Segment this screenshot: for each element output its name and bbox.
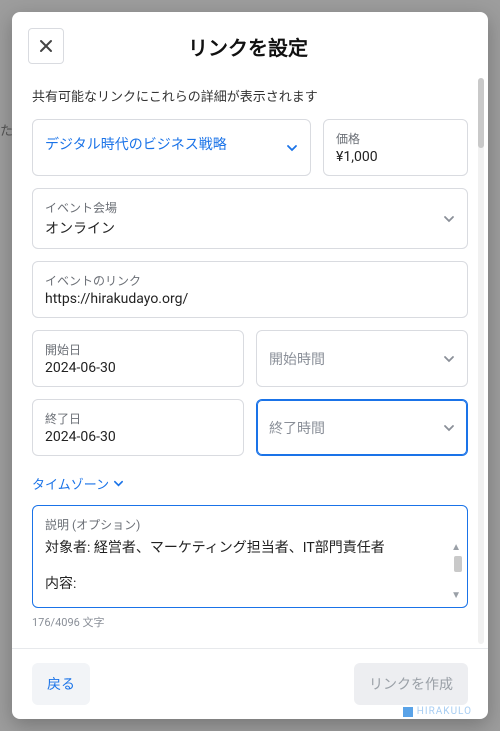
watermark-icon xyxy=(403,707,413,717)
event-type-value: デジタル時代のビジネス戦略 xyxy=(45,134,298,154)
event-link-label: イベントのリンク xyxy=(45,272,455,289)
event-link-value: https://hirakudayo.org/ xyxy=(45,291,455,307)
venue-field[interactable]: イベント会場 オンライン xyxy=(32,188,468,249)
chevron-down-icon xyxy=(443,213,455,225)
start-time-placeholder: 開始時間 xyxy=(269,349,325,369)
textarea-scrollbar-thumb[interactable] xyxy=(454,556,462,572)
event-type-select[interactable]: デジタル時代のビジネス戦略 xyxy=(32,119,311,176)
close-icon xyxy=(39,39,53,53)
scrollbar-thumb[interactable] xyxy=(478,78,484,148)
venue-value: オンライン xyxy=(45,218,455,238)
start-date-label: 開始日 xyxy=(45,341,231,358)
chevron-down-icon xyxy=(443,422,455,434)
scrollbar-track[interactable] xyxy=(478,78,484,644)
end-time-field[interactable]: 終了時間 xyxy=(256,399,468,456)
end-date-field[interactable]: 終了日 2024-06-30 xyxy=(32,399,244,456)
start-date-field[interactable]: 開始日 2024-06-30 xyxy=(32,330,244,387)
watermark-text: HIRAKULO xyxy=(417,706,472,717)
chevron-down-icon xyxy=(443,353,455,365)
price-label: 価格 xyxy=(336,130,455,147)
end-time-placeholder: 終了時間 xyxy=(269,418,325,438)
end-date-label: 終了日 xyxy=(45,410,231,427)
end-date-value: 2024-06-30 xyxy=(45,429,231,445)
description-field[interactable]: 説明 (オプション) ▲ ▼ xyxy=(32,505,468,608)
chevron-down-icon xyxy=(286,142,298,154)
close-button[interactable] xyxy=(28,28,64,64)
watermark: HIRAKULO xyxy=(403,706,472,717)
chevron-down-icon xyxy=(113,478,124,489)
price-field[interactable]: 価格 ¥1,000 xyxy=(323,119,468,176)
description-label: 説明 (オプション) xyxy=(45,516,455,533)
char-counter: 176/4096 文字 xyxy=(32,614,468,630)
start-time-field[interactable]: 開始時間 xyxy=(256,330,468,387)
back-button[interactable]: 戻る xyxy=(32,663,90,705)
create-link-button[interactable]: リンクを作成 xyxy=(354,663,468,705)
modal-title: リンクを設定 xyxy=(64,32,432,61)
start-date-value: 2024-06-30 xyxy=(45,360,231,376)
timezone-link[interactable]: タイムゾーン xyxy=(32,474,124,493)
timezone-link-label: タイムゾーン xyxy=(32,474,109,493)
price-value: ¥1,000 xyxy=(336,149,455,165)
link-settings-modal: リンクを設定 共有可能なリンクにこれらの詳細が表示されます デジタル時代のビジネ… xyxy=(12,12,488,719)
modal-subhead: 共有可能なリンクにこれらの詳細が表示されます xyxy=(32,86,468,105)
textarea-scroll-up-icon[interactable]: ▲ xyxy=(451,542,461,553)
textarea-scroll-down-icon[interactable]: ▼ xyxy=(451,590,461,601)
event-link-field[interactable]: イベントのリンク https://hirakudayo.org/ xyxy=(32,261,468,318)
venue-label: イベント会場 xyxy=(45,199,455,216)
description-textarea[interactable] xyxy=(45,533,455,597)
